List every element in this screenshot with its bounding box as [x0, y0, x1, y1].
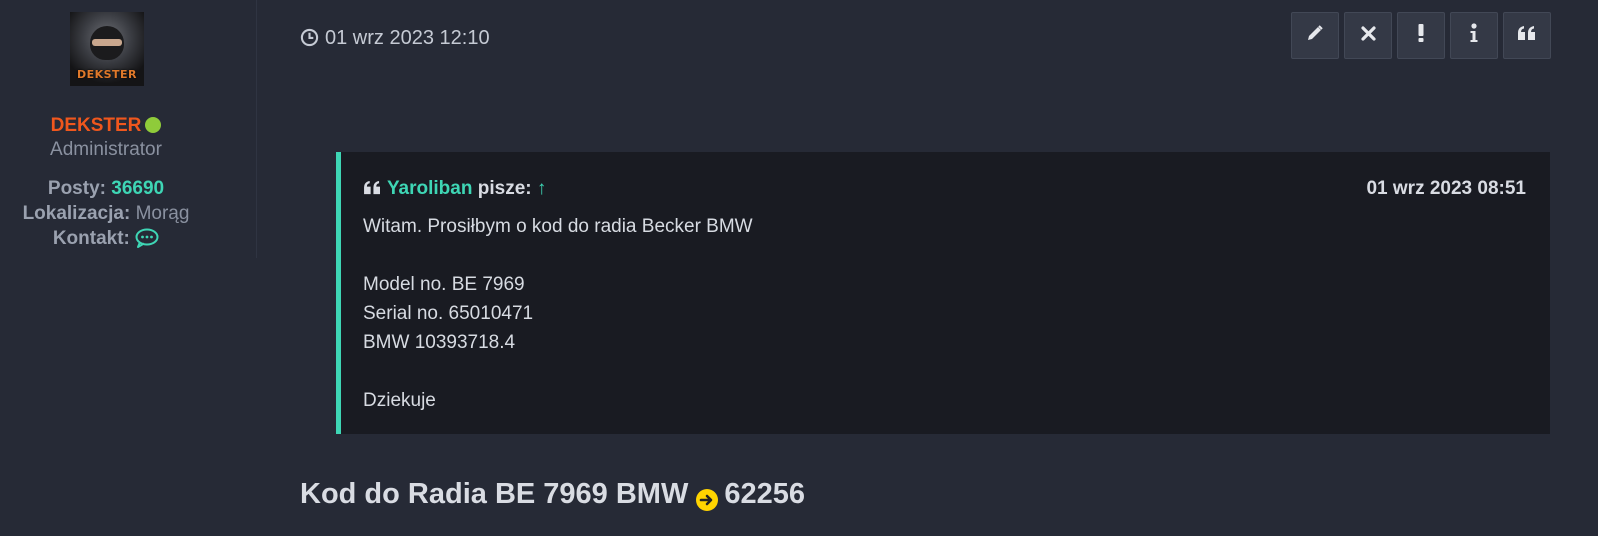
edit-button[interactable]: [1291, 12, 1339, 59]
post-content: Kod do Radia BE 7969 BMW 62256: [300, 478, 805, 511]
posts-count-row: Posty: 36690: [0, 178, 212, 200]
avatar[interactable]: DEKSTER: [70, 12, 144, 86]
contact-label: Kontakt:: [52, 228, 130, 249]
contact-row: Kontakt:: [0, 228, 212, 254]
close-icon: [1360, 24, 1376, 47]
quote-body: Witam. Prosiłbym o kod do radia Becker B…: [363, 212, 753, 415]
quote-author-link[interactable]: Yaroliban: [387, 178, 473, 199]
report-button[interactable]: [1397, 12, 1445, 59]
quote-line: Serial no. 65010471: [363, 303, 534, 324]
username-row: DEKSTER: [0, 115, 212, 137]
delete-button[interactable]: [1344, 12, 1392, 59]
arrow-right-icon: [696, 489, 719, 511]
quote-says: pisze:: [477, 178, 532, 199]
avatar-eyes: [92, 39, 122, 46]
exclamation-icon: [1417, 23, 1425, 49]
quote-blank-line: [363, 241, 753, 270]
user-profile: DEKSTER DEKSTER Administrator Posty: 366…: [0, 0, 257, 258]
quote-block: Yaroliban pisze: ↑ 01 wrz 2023 08:51 Wit…: [336, 152, 1550, 434]
username-link[interactable]: DEKSTER: [51, 115, 142, 136]
quote-source-arrow[interactable]: ↑: [537, 178, 547, 199]
location-value: Morąg: [135, 203, 190, 224]
posts-count-link[interactable]: 36690: [111, 178, 164, 199]
posts-label: Posty:: [47, 178, 106, 199]
location-row: Lokalizacja: Morąg: [0, 203, 212, 225]
quote-line: BMW 10393718.4: [363, 332, 516, 353]
clock-icon: [300, 28, 319, 53]
location-label: Lokalizacja:: [22, 203, 131, 224]
chat-icon[interactable]: [135, 228, 159, 254]
info-icon: [1469, 22, 1479, 49]
pencil-icon: [1306, 24, 1324, 48]
quote-icon: [1517, 24, 1537, 47]
quote-date: 01 wrz 2023 08:51: [1366, 178, 1526, 199]
forum-post: DEKSTER DEKSTER Administrator Posty: 366…: [0, 0, 1598, 536]
user-rank: Administrator: [50, 139, 162, 160]
quote-line: Model no. BE 7969: [363, 274, 525, 295]
quote-header: Yaroliban pisze: ↑: [363, 178, 546, 200]
online-status-icon: [145, 117, 162, 133]
quote-line: Dziekuje: [363, 390, 436, 411]
post-actions: [1291, 12, 1551, 59]
post-timestamp: 01 wrz 2023 12:10: [300, 27, 490, 53]
quote-line: Witam. Prosiłbym o kod do radia Becker B…: [363, 216, 753, 237]
info-button[interactable]: [1450, 12, 1498, 59]
quote-blank-line: [363, 357, 753, 386]
avatar-logo-text: DEKSTER: [76, 68, 138, 81]
post-time-text: 01 wrz 2023 12:10: [325, 27, 490, 49]
reply-title: Kod do Radia BE 7969 BMW: [300, 478, 689, 510]
quote-marks-icon: [363, 178, 387, 199]
radio-code: 62256: [724, 478, 805, 510]
quote-button[interactable]: [1503, 12, 1551, 59]
